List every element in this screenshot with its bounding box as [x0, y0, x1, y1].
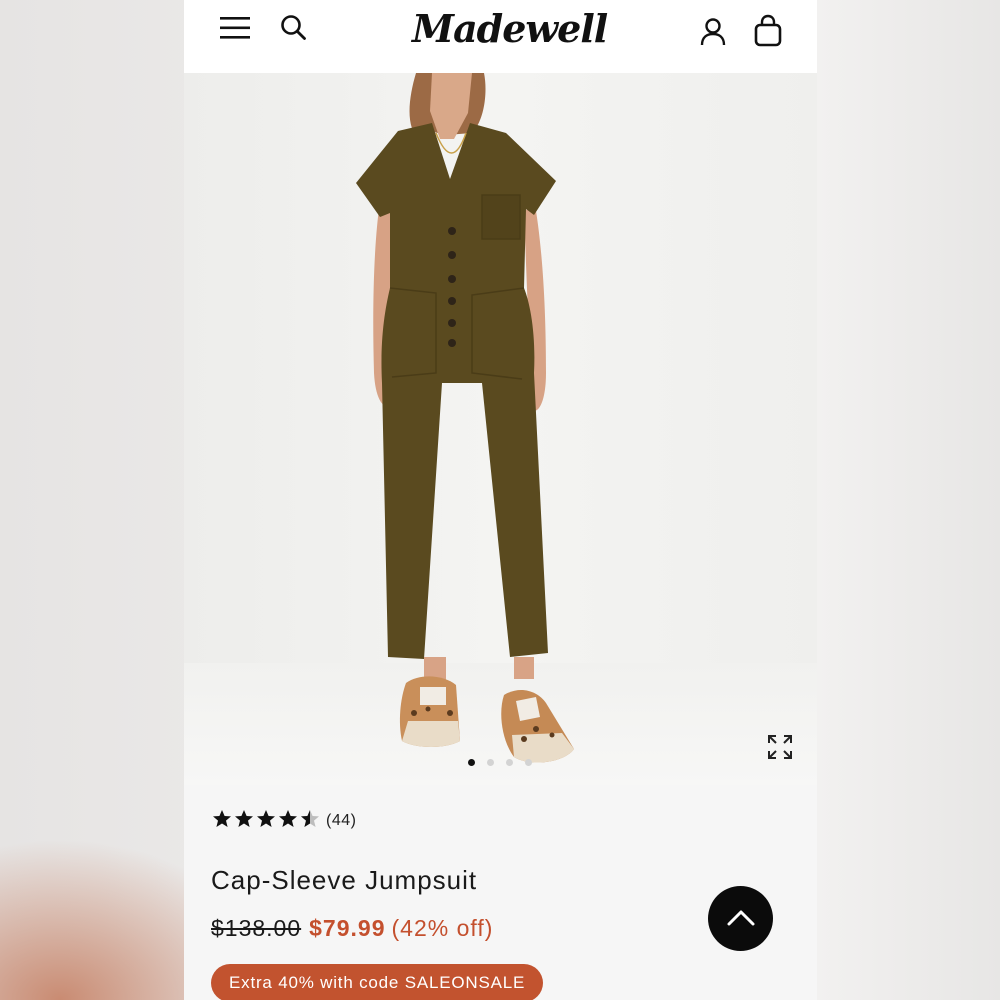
product-image[interactable]: [184, 73, 817, 785]
sale-price: $79.99: [309, 915, 386, 941]
search-icon[interactable]: [280, 14, 308, 42]
brand-logo[interactable]: Madewell: [412, 4, 608, 54]
carousel-dot-3[interactable]: [506, 759, 513, 766]
carousel-dot-2[interactable]: [487, 759, 494, 766]
discount-percent: (42% off): [391, 915, 494, 941]
account-icon[interactable]: [699, 17, 727, 47]
product-title: Cap-Sleeve Jumpsuit: [211, 865, 478, 895]
price-row: $138.00 $79.99 (42% off): [211, 915, 493, 942]
review-count[interactable]: (44): [326, 812, 356, 830]
original-price: $138.00: [211, 915, 302, 941]
scroll-to-top-button[interactable]: [708, 886, 773, 951]
star-full-icon: [213, 810, 231, 827]
carousel-dot-1[interactable]: [468, 759, 475, 766]
phone-screen: Madewell (44) Cap-Sleeve Jumpsuit $138.0…: [184, 0, 817, 1000]
promo-badge: Extra 40% with code SALEONSALE: [211, 964, 544, 1000]
carousel-dots: [466, 759, 536, 769]
top-navigation-bar: Madewell: [184, 0, 817, 73]
carousel-dot-4[interactable]: [525, 759, 532, 766]
chevron-up-icon: [727, 910, 755, 926]
model-wearing-jumpsuit-image: [356, 73, 574, 763]
star-half-icon: [301, 810, 319, 827]
bag-icon[interactable]: [753, 14, 783, 48]
menu-icon[interactable]: [220, 15, 252, 41]
star-full-icon: [257, 810, 275, 827]
star-full-icon: [279, 810, 297, 827]
star-full-icon: [235, 810, 253, 827]
expand-icon[interactable]: [766, 733, 794, 761]
blurred-background-right: [817, 0, 1000, 1000]
